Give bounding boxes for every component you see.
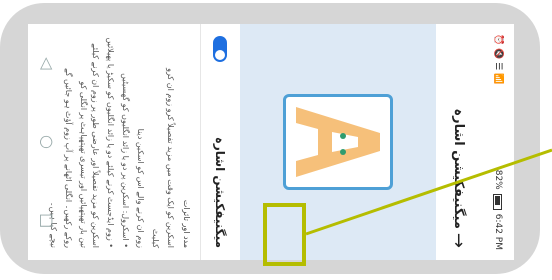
settings-panel: میگنیفکیشن اشارہ مدد اور تاثرات اسکرین ک… xyxy=(49,24,240,260)
magnification-toggle[interactable] xyxy=(213,36,228,62)
help-line: • اسکرول: اسکرین پر دو یا زائد انگلیوں ک… xyxy=(121,73,130,248)
help-line: زوم ان کرنے والے اس کو اسکین دینا xyxy=(136,128,145,248)
nav-home-button[interactable]: ○ xyxy=(39,133,58,151)
navigation-bar: ◁ ○ □ xyxy=(28,24,68,260)
page-title: میگنیفکیشن اشارہ xyxy=(451,108,467,229)
touch-point-icon xyxy=(340,133,346,139)
nav-back-button[interactable]: ◁ xyxy=(39,54,58,72)
help-line: اسکرین کو مزید تفصیلاً اور عارضی طور پر … xyxy=(79,43,100,248)
status-icons-text: ⏰ 🔇 ☰ 📶 xyxy=(493,34,503,85)
touch-point-icon xyxy=(340,149,346,155)
status-icons: ⏰ 🔇 ☰ 📶 xyxy=(493,34,503,84)
status-time-battery: 82% 6:42 PM xyxy=(493,170,503,250)
help-line: کیلیٹ xyxy=(151,228,160,248)
status-bar: ⏰ 🔇 ☰ 📶 82% 6:42 PM xyxy=(482,24,514,260)
setting-title: میگنیفکیشن اشارہ xyxy=(213,136,228,248)
preview-device-screen xyxy=(292,103,384,181)
magnification-gesture-row[interactable]: میگنیفکیشن اشارہ xyxy=(200,24,240,260)
preview-device-frame xyxy=(283,94,393,190)
back-arrow-button[interactable]: → xyxy=(449,233,470,248)
clock: 6:42 PM xyxy=(493,213,503,250)
help-line: اسکرین کو ایک وقت میں مزید تفصیلاً کرو ز… xyxy=(166,68,175,248)
nav-recents-button[interactable]: □ xyxy=(39,212,58,230)
toggle-highlight-box xyxy=(263,203,306,266)
help-line: • زوم ایڈجسٹ کرنے کیلئے دو یا زائد انگلی… xyxy=(106,37,115,248)
battery-percent: 82% xyxy=(493,169,503,190)
letter-a-illustration xyxy=(296,107,380,177)
battery-icon xyxy=(493,193,503,210)
app-bar: → میگنیفکیشن اشارہ xyxy=(436,24,482,260)
help-heading: مدد اور تاثرات xyxy=(182,199,191,248)
